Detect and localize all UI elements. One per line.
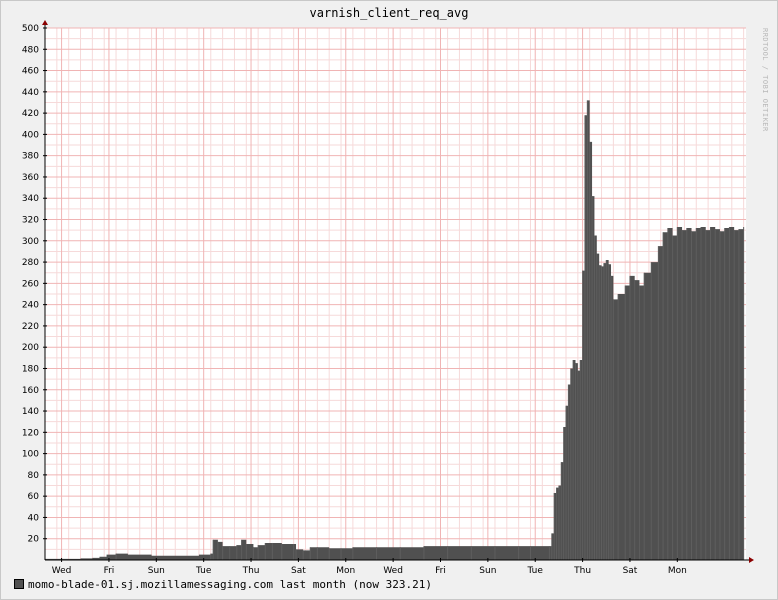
x-tick-label: Thu <box>573 566 591 576</box>
x-tick-label: Sun <box>148 566 165 576</box>
y-tick-label: 300 <box>22 237 39 247</box>
x-tick-label: Mon <box>336 566 355 576</box>
y-tick-label: 20 <box>28 535 40 545</box>
x-tick-label: Mon <box>668 566 687 576</box>
y-tick-label: 200 <box>22 343 39 353</box>
y-tick-label: 380 <box>22 152 39 162</box>
y-tick-label: 260 <box>22 279 39 289</box>
y-tick-label: 240 <box>22 301 39 311</box>
y-axis-arrow <box>42 20 48 25</box>
x-tick-label: Wed <box>383 566 403 576</box>
x-tick-label: Fri <box>435 566 446 576</box>
y-tick-label: 60 <box>28 492 40 502</box>
x-tick-label: Wed <box>52 566 72 576</box>
y-tick-label: 40 <box>28 513 40 523</box>
y-tick-label: 440 <box>22 88 39 98</box>
x-axis-arrow <box>749 557 754 563</box>
chart-canvas: 20 40 60 80 100 120 140 160 180 200 220 240 260 280 30… <box>22 20 754 576</box>
y-tick-label: 280 <box>22 258 39 268</box>
y-tick-label: 160 <box>22 386 39 396</box>
y-tick-label: 180 <box>22 364 39 374</box>
y-tick-label: 400 <box>22 130 39 140</box>
y-tick-label: 140 <box>22 407 39 417</box>
y-tick-label: 460 <box>22 67 39 77</box>
x-tick-label: Tue <box>195 566 212 576</box>
x-tick-label: Sun <box>479 566 496 576</box>
y-tick-label: 500 <box>22 24 39 34</box>
y-tick-label: 120 <box>22 428 39 438</box>
legend-label: momo-blade-01.sj.mozillamessaging.com la… <box>28 578 432 591</box>
x-tick-label: Fri <box>104 566 115 576</box>
y-tick-label: 420 <box>22 109 39 119</box>
y-tick-label: 360 <box>22 173 39 183</box>
x-tick-label: Sat <box>623 566 638 576</box>
legend-swatch <box>14 579 24 589</box>
y-tick-label: 80 <box>28 471 40 481</box>
x-tick-label: Tue <box>527 566 544 576</box>
y-tick-label: 100 <box>22 450 39 460</box>
legend: momo-blade-01.sj.mozillamessaging.com la… <box>14 578 432 591</box>
y-tick-label: 320 <box>22 216 39 226</box>
y-tick-label: 340 <box>22 194 39 204</box>
x-tick-label: Sat <box>291 566 306 576</box>
x-tick-label: Thu <box>242 566 260 576</box>
y-tick-label: 220 <box>22 322 39 332</box>
y-tick-label: 480 <box>22 45 39 55</box>
